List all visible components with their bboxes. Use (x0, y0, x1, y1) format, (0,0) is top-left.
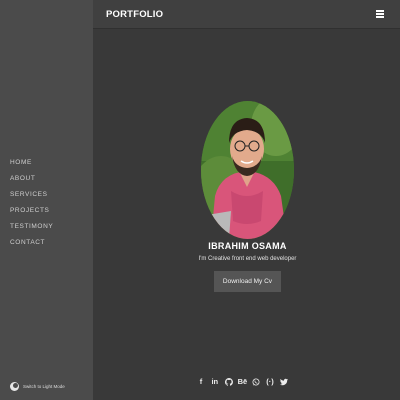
sidebar-item-testimony[interactable]: TESTIMONY (10, 221, 53, 237)
sidebar-item-home[interactable]: HOME (10, 157, 53, 173)
brand-logo[interactable]: PORTFOLIO (106, 9, 163, 20)
hamburger-menu-icon[interactable] (376, 10, 384, 18)
theme-toggle-button[interactable]: Switch to Light Mode (10, 382, 65, 391)
tagline: I'm Creative front end web developer (198, 256, 297, 262)
whatsapp-icon[interactable] (251, 377, 261, 387)
facebook-icon[interactable]: f (196, 377, 206, 387)
twitter-icon[interactable] (279, 377, 289, 387)
sidebar-nav: HOME ABOUT SERVICES PROJECTS TESTIMONY C… (10, 157, 53, 253)
profile-photo-image (201, 101, 294, 239)
codepen-icon[interactable]: (·) (265, 377, 275, 387)
sidebar-item-projects[interactable]: PROJECTS (10, 205, 53, 221)
person-name: IBRAHIM OSAMA (208, 241, 287, 251)
theme-toggle-label: Switch to Light Mode (23, 384, 65, 389)
github-icon[interactable] (224, 377, 234, 387)
moon-icon (10, 382, 19, 391)
sidebar-item-contact[interactable]: CONTACT (10, 237, 53, 253)
sidebar: HOME ABOUT SERVICES PROJECTS TESTIMONY C… (0, 0, 93, 400)
behance-icon[interactable]: Bē (237, 377, 248, 387)
sidebar-item-services[interactable]: SERVICES (10, 189, 53, 205)
linkedin-icon[interactable]: in (210, 377, 220, 387)
top-bar: PORTFOLIO (93, 0, 400, 29)
download-cv-button[interactable]: Download My Cv (214, 271, 281, 292)
profile-photo (201, 101, 294, 239)
sidebar-item-about[interactable]: ABOUT (10, 173, 53, 189)
social-links: f in Bē (·) (196, 377, 293, 387)
